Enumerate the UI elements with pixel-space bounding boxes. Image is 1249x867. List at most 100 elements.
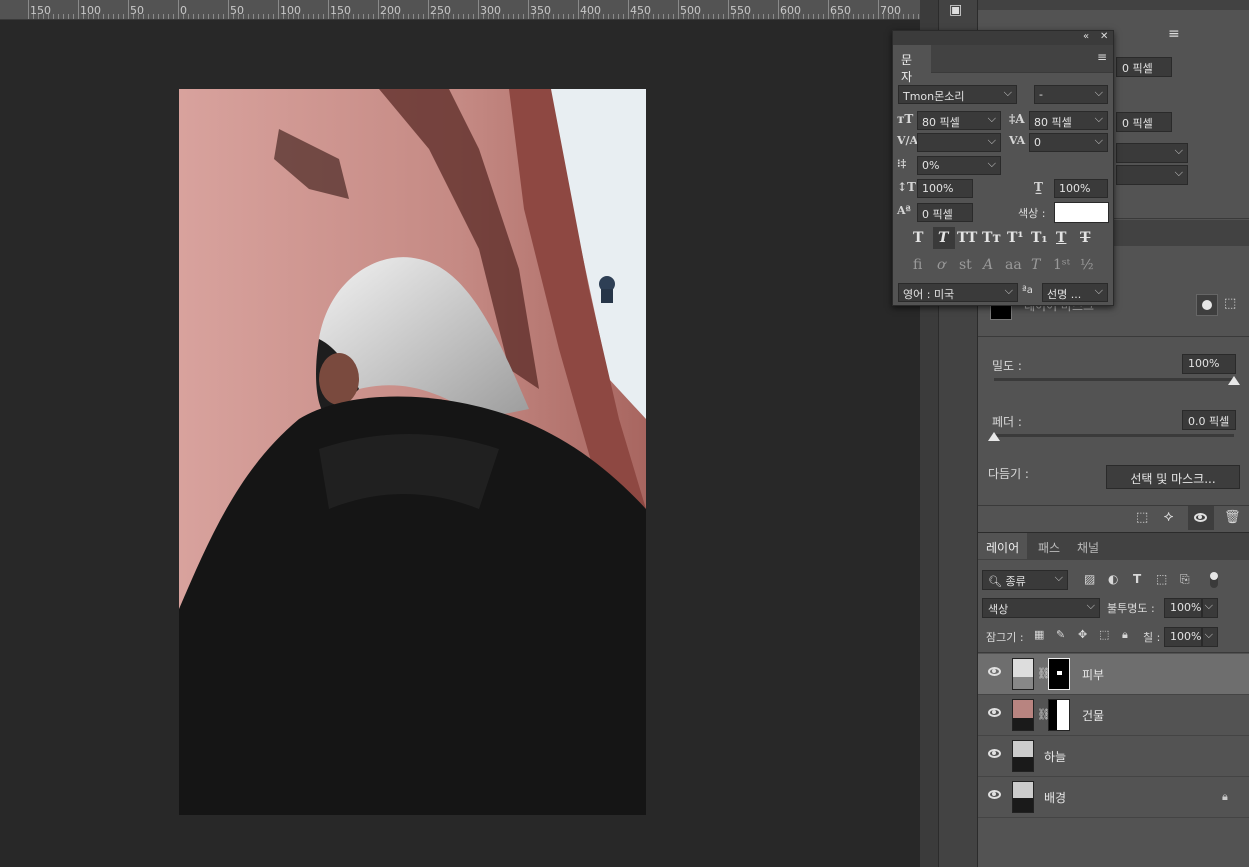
small-caps-icon[interactable]: Tт xyxy=(982,230,1001,246)
toggle-mask-visibility-button[interactable] xyxy=(1188,506,1214,530)
titling-icon[interactable]: T xyxy=(1031,257,1040,273)
discretionary-ligature-icon[interactable]: st xyxy=(959,257,972,273)
density-slider[interactable] xyxy=(994,378,1234,381)
lock-position-icon[interactable]: ✥ xyxy=(1078,628,1087,641)
density-field[interactable]: 100% xyxy=(1182,354,1236,374)
filter-toggle-switch[interactable] xyxy=(1210,572,1218,588)
old-style-icon[interactable]: ơ xyxy=(937,257,945,273)
lock-all-icon[interactable]: 🔒︎ xyxy=(1122,628,1128,642)
pixel-mask-icon[interactable] xyxy=(1196,294,1218,316)
layer-row-background[interactable]: 배경 🔒︎ xyxy=(978,777,1249,818)
filter-shape-icon[interactable]: ⬚ xyxy=(1156,572,1167,586)
horizontal-scale-field[interactable]: 100% xyxy=(1054,179,1108,198)
tab-character[interactable]: 문자 xyxy=(893,45,931,84)
swash-icon[interactable]: A xyxy=(983,257,993,273)
feather-slider-handle[interactable] xyxy=(988,432,1000,441)
ruler-minor-tick xyxy=(288,14,289,19)
panel-menu-icon[interactable]: ≡ xyxy=(1097,50,1107,64)
collapse-panel-icon[interactable]: « xyxy=(1083,31,1089,42)
layer-mask-thumbnail[interactable] xyxy=(1048,699,1070,731)
lock-image-icon[interactable]: ✎ xyxy=(1056,628,1065,641)
underline-icon[interactable]: T xyxy=(1056,230,1066,246)
layer-filter-dropdown[interactable]: 🔍︎ 종류 xyxy=(982,570,1068,590)
superscript-icon[interactable]: T¹ xyxy=(1007,230,1024,246)
filter-adjustment-icon[interactable]: ◐ xyxy=(1108,572,1118,586)
density-slider-handle[interactable] xyxy=(1228,376,1240,385)
font-style-dropdown[interactable]: - xyxy=(1034,85,1108,104)
feather-slider[interactable] xyxy=(994,434,1234,437)
tab-channels[interactable]: 채널 xyxy=(1069,533,1107,559)
tracking-field[interactable]: 0 xyxy=(1029,133,1108,152)
tsume-field[interactable]: 0% xyxy=(917,156,1001,175)
load-selection-icon[interactable]: ⬚ xyxy=(1136,510,1148,525)
stylistic-alternates-icon[interactable]: aa xyxy=(1005,257,1022,273)
ruler-minor-tick xyxy=(168,14,169,19)
faux-bold-icon[interactable]: T xyxy=(913,230,923,246)
ruler-minor-tick xyxy=(863,14,864,19)
ruler-minor-tick xyxy=(908,14,909,19)
language-dropdown[interactable]: 영어 : 미국 xyxy=(898,283,1018,302)
ruler-minor-tick xyxy=(818,14,819,19)
tab-paths[interactable]: 패스 xyxy=(1030,533,1068,559)
paragraph-dropdown-1[interactable] xyxy=(1116,143,1188,163)
feather-field[interactable]: 0.0 픽셀 xyxy=(1182,410,1236,430)
panel-toggle-icon[interactable]: ▣ xyxy=(949,2,962,18)
strikethrough-icon[interactable]: T xyxy=(1080,230,1090,246)
eye-icon[interactable] xyxy=(988,749,1001,758)
filter-pixel-icon[interactable]: ▨ xyxy=(1084,572,1095,586)
close-icon[interactable]: ✕ xyxy=(1100,31,1108,42)
lock-transparent-icon[interactable]: ▦ xyxy=(1034,628,1044,641)
layer-row-building[interactable]: ⛓︎ 건물 xyxy=(978,695,1249,736)
fractions-icon[interactable]: ½ xyxy=(1080,257,1094,273)
baseline-shift-field[interactable]: 0 픽셀 xyxy=(917,203,973,222)
eye-icon[interactable] xyxy=(988,708,1001,717)
leading-field[interactable]: 80 픽셀 xyxy=(1029,111,1108,130)
kerning-field[interactable] xyxy=(917,133,1001,152)
font-size-icon: ᴛT xyxy=(897,112,914,126)
ruler-minor-tick xyxy=(423,14,424,19)
trash-icon[interactable]: 🗑 xyxy=(1224,510,1241,525)
top-panel-tabs xyxy=(978,0,1249,10)
apply-mask-icon[interactable]: ⯎ xyxy=(1164,510,1173,525)
blend-mode-dropdown[interactable]: 색상 xyxy=(982,598,1100,618)
eye-icon[interactable] xyxy=(988,790,1001,799)
select-and-mask-button[interactable]: 선택 및 마스크... xyxy=(1106,465,1240,489)
ordinals-icon[interactable]: 1ˢᵗ xyxy=(1053,257,1070,273)
space-after-field[interactable]: 0 픽셀 xyxy=(1116,112,1172,132)
fill-field[interactable]: 100% xyxy=(1164,627,1202,647)
tab-layers[interactable]: 레이어 xyxy=(978,533,1028,559)
photo-image[interactable] xyxy=(179,89,646,815)
antialias-dropdown[interactable]: 선명 ... xyxy=(1042,283,1108,302)
ruler-minor-tick xyxy=(403,14,404,19)
ruler-minor-tick xyxy=(293,14,294,19)
layer-row-skin[interactable]: ⛓︎ 피부 xyxy=(978,654,1249,695)
justify-all-icon[interactable]: ≡ xyxy=(1168,26,1180,42)
vector-mask-icon[interactable]: ⬚ xyxy=(1224,296,1236,311)
layer-row-sky[interactable]: 하늘 xyxy=(978,736,1249,777)
opacity-dropdown[interactable] xyxy=(1202,598,1218,618)
text-color-swatch[interactable] xyxy=(1054,202,1109,223)
ligature-icon[interactable]: ﬁ xyxy=(913,257,922,273)
faux-italic-button[interactable]: T xyxy=(933,227,955,249)
all-caps-icon[interactable]: TT xyxy=(957,230,977,246)
font-size-field[interactable]: 80 픽셀 xyxy=(917,111,1001,130)
fill-dropdown[interactable] xyxy=(1202,627,1218,647)
vertical-scale-field[interactable]: 100% xyxy=(917,179,973,198)
ruler-minor-tick xyxy=(763,14,764,19)
layer-mask-thumbnail[interactable] xyxy=(1048,658,1070,690)
indent-right-field[interactable]: 0 픽셀 xyxy=(1116,57,1172,77)
lock-artboard-icon[interactable]: ⬚ xyxy=(1099,628,1109,641)
ruler-minor-tick xyxy=(748,14,749,19)
ruler-major-tick xyxy=(628,0,629,19)
filter-smart-object-icon[interactable]: ⎘ xyxy=(1180,572,1190,587)
ruler-minor-tick xyxy=(633,14,634,19)
opacity-field[interactable]: 100% xyxy=(1164,598,1202,618)
ruler-minor-tick xyxy=(488,14,489,19)
ruler-minor-tick xyxy=(518,14,519,19)
font-family-dropdown[interactable]: Tmon몬소리 xyxy=(898,85,1017,104)
paragraph-dropdown-2[interactable] xyxy=(1116,165,1188,185)
subscript-icon[interactable]: T₁ xyxy=(1031,230,1048,246)
filter-type-icon[interactable]: T xyxy=(1133,572,1141,586)
eye-icon[interactable] xyxy=(988,667,1001,676)
horizontal-ruler[interactable]: 150 100 50 0 50 100 150 200 250 300 350 400 450 500 55… xyxy=(0,0,920,20)
